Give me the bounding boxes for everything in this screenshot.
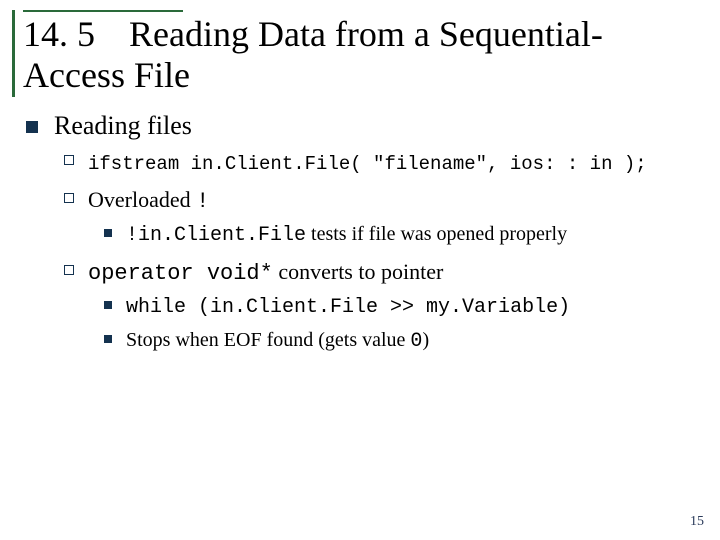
title-block: 14. 5Reading Data from a Sequential-Acce… bbox=[12, 10, 702, 97]
code-snippet: !in.Client.File bbox=[126, 224, 306, 247]
l2-text: converts to pointer bbox=[273, 259, 443, 284]
l2-text: Overloaded bbox=[88, 187, 196, 212]
list-item: while (in.Client.File >> my.Variable) bbox=[104, 293, 702, 321]
slide: 14. 5Reading Data from a Sequential-Acce… bbox=[0, 0, 720, 540]
bullet-list: Reading files ifstream in.Client.File( "… bbox=[26, 111, 702, 355]
list-item: Overloaded ! !in.Client.File tests if fi… bbox=[64, 185, 702, 249]
l1-text: Reading files bbox=[54, 111, 192, 140]
title-text: Reading Data from a Sequential-Access Fi… bbox=[23, 14, 603, 95]
l3-text: tests if file was opened properly bbox=[306, 223, 567, 245]
slide-title: 14. 5Reading Data from a Sequential-Acce… bbox=[23, 14, 702, 97]
code-snippet: ifstream in.Client.File( "filename", ios… bbox=[88, 153, 647, 175]
list-item: ifstream in.Client.File( "filename", ios… bbox=[64, 147, 702, 178]
l3-text: Stops when EOF found (gets value bbox=[126, 329, 410, 351]
code-snippet: operator void* bbox=[88, 261, 273, 286]
code-snippet: 0 bbox=[410, 330, 422, 353]
sublist: while (in.Client.File >> my.Variable) St… bbox=[104, 293, 702, 355]
list-item: !in.Client.File tests if file was opened… bbox=[104, 221, 702, 249]
code-snippet: while (in.Client.File >> my.Variable) bbox=[126, 296, 570, 319]
l3-text: ) bbox=[422, 329, 429, 351]
section-number: 14. 5 bbox=[23, 14, 95, 54]
sublist: ifstream in.Client.File( "filename", ios… bbox=[64, 147, 702, 355]
list-item: Reading files ifstream in.Client.File( "… bbox=[26, 111, 702, 355]
page-number: 15 bbox=[690, 514, 704, 530]
list-item: Stops when EOF found (gets value 0) bbox=[104, 327, 702, 355]
title-rule bbox=[23, 10, 183, 12]
list-item: operator void* converts to pointer while… bbox=[64, 257, 702, 355]
code-snippet: ! bbox=[196, 189, 209, 214]
sublist: !in.Client.File tests if file was opened… bbox=[104, 221, 702, 249]
